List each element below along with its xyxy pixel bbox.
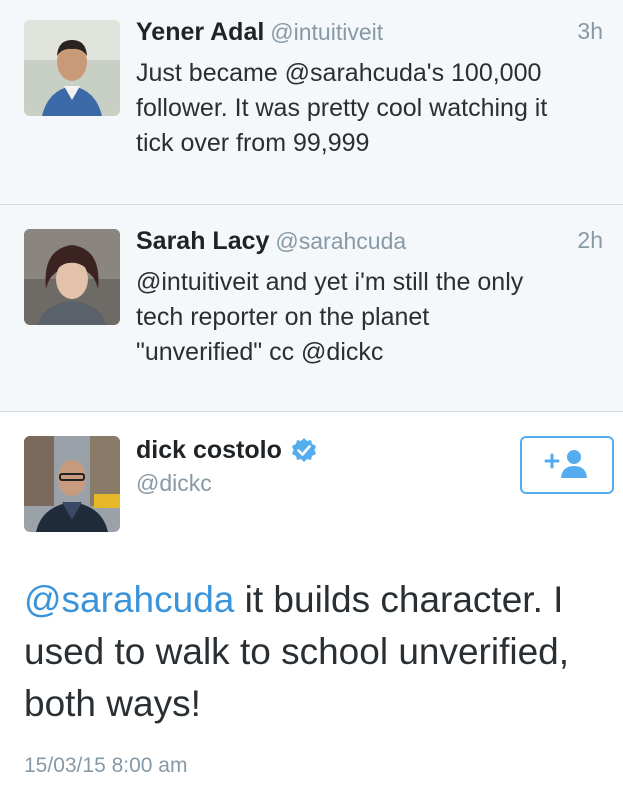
verified-badge-icon	[290, 437, 318, 465]
tweet-text-line: "unverified" cc @dickc	[136, 338, 384, 366]
main-tweet: dick costolo @dickc @sarahcuda it builds…	[0, 412, 623, 800]
display-name[interactable]: dick costolo	[136, 436, 282, 465]
tweet-text-line: tick over from 99,999	[136, 129, 370, 157]
mention-link[interactable]: @sarahcuda	[24, 579, 234, 620]
avatar-image	[24, 229, 120, 325]
tweet-time: 3h	[577, 18, 603, 44]
tweet-text-line: @sarahcuda it builds character. I	[24, 574, 614, 626]
tweet-text: @intuitiveit and yet i'm still the only …	[136, 265, 616, 370]
display-name[interactable]: Yener Adal	[136, 18, 264, 46]
tweet-text-line: follower. It was pretty cool watching it	[136, 94, 548, 122]
tweet-text-line: both ways!	[24, 683, 201, 724]
tweet-text-segment: it builds character. I	[234, 579, 564, 620]
display-name[interactable]: Sarah Lacy	[136, 227, 269, 255]
tweet-text-line: Just became @sarahcuda's 100,000	[136, 59, 542, 87]
add-user-icon	[542, 446, 592, 485]
tweet-timestamp: 15/03/15 8:00 am	[24, 754, 188, 777]
avatar-image	[24, 20, 120, 116]
handle[interactable]: @sarahcuda	[275, 228, 406, 254]
tweet-text-line: tech reporter on the planet	[136, 303, 430, 331]
tweet-text-line: used to walk to school unverified,	[24, 631, 570, 672]
avatar[interactable]	[24, 229, 120, 325]
follow-button[interactable]	[520, 436, 614, 494]
tweet-time: 2h	[577, 227, 603, 253]
tweet-reply[interactable]: Yener Adal @intuitiveit 3h Just became @s…	[0, 0, 623, 205]
handle[interactable]: @dickc	[136, 470, 212, 497]
reply-header: Yener Adal @intuitiveit 3h	[136, 18, 603, 47]
handle[interactable]: @intuitiveit	[270, 19, 383, 45]
avatar[interactable]	[24, 436, 120, 532]
tweet-text-line: @intuitiveit and yet i'm still the only	[136, 268, 524, 296]
tweet-reply[interactable]: Sarah Lacy @sarahcuda 2h @intuitiveit and…	[0, 205, 623, 412]
reply-header: Sarah Lacy @sarahcuda 2h	[136, 227, 603, 256]
main-display-name-row: dick costolo	[136, 436, 318, 465]
avatar-image	[24, 436, 120, 532]
main-tweet-text: @sarahcuda it builds character. I used t…	[24, 574, 614, 730]
tweet-text: Just became @sarahcuda's 100,000 followe…	[136, 56, 616, 161]
avatar[interactable]	[24, 20, 120, 116]
